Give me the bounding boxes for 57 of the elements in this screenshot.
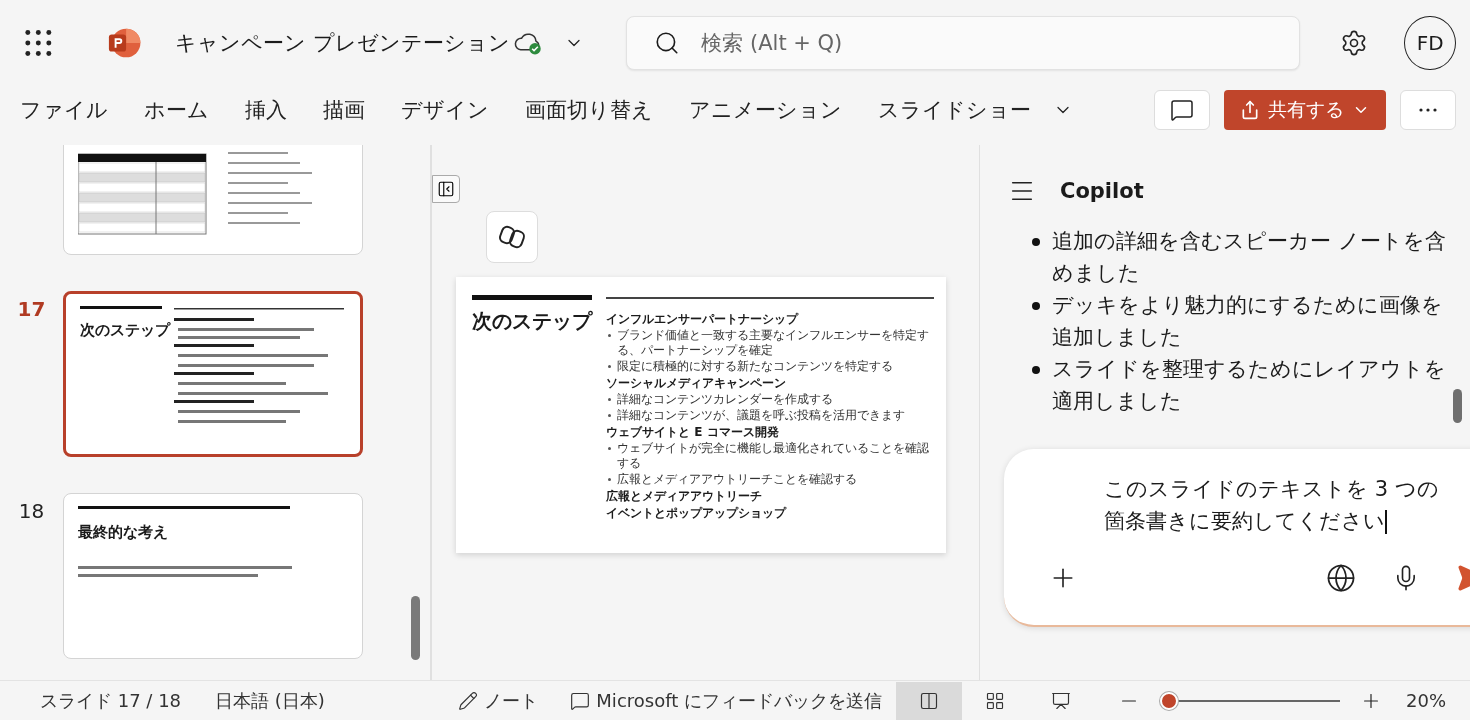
language-label[interactable]: 日本語 (日本): [215, 688, 325, 713]
pencil-icon: [458, 690, 479, 711]
bullet-text: 限定に積極的に対する新たなコンテンツを特定する: [606, 358, 934, 374]
collapse-pane-button[interactable]: [432, 175, 460, 203]
ribbon-tab[interactable]: ホーム: [126, 96, 227, 124]
bullet-text: 広報とメディアアウトリーチことを確認する: [606, 471, 934, 487]
notes-button[interactable]: ノート: [452, 687, 545, 714]
ribbon-tab[interactable]: アニメーション: [671, 96, 860, 124]
collapse-icon: [437, 180, 455, 198]
ribbon-tab[interactable]: 画面切り替え: [507, 96, 671, 124]
response-bullet: スライドを整理するためにレイアウトを適用しました: [1030, 353, 1450, 417]
slide-thumbnail[interactable]: 最終的な考え: [63, 493, 363, 659]
speech-bubble-icon: [1170, 98, 1194, 122]
section-heading: インフルエンサーパートナーシップ: [606, 310, 800, 327]
chat-input-field[interactable]: このスライドのテキストを 3 つの箇条書きに要約してください: [1004, 449, 1470, 627]
slide-counter: スライド 17 / 18: [40, 688, 182, 713]
slide-number: 17: [16, 296, 47, 321]
response-bullet: 追加の詳細を含むスピーカー ノートを含めました: [1030, 225, 1450, 289]
pane-title: Copilot: [1060, 179, 1144, 203]
thumbnail-title: 最終的な考え: [78, 522, 169, 543]
section-heading: ウェブサイトと E コマース開発: [606, 423, 780, 440]
normal-view-icon: [919, 690, 939, 711]
document-title[interactable]: キャンペーン プレゼンテーション: [175, 28, 510, 57]
ribbon-tab[interactable]: 挿入: [227, 96, 305, 124]
view-button[interactable]: [896, 681, 962, 720]
comments-button[interactable]: [1154, 90, 1210, 130]
app-launcher-icon[interactable]: [24, 27, 53, 58]
more-icon: [1419, 108, 1437, 112]
section-heading: 広報とメディアアウトリーチ: [606, 487, 763, 504]
bullet-text: ウェブサイトが完全に機能し最適化されていることを確認する: [606, 440, 934, 471]
ribbon-tab[interactable]: 描画: [305, 96, 383, 124]
speech-bubble-icon: [570, 690, 591, 711]
search-field[interactable]: 検索 (Alt + Q): [626, 15, 1301, 70]
copilot-button[interactable]: [486, 211, 538, 263]
presenter-view-icon: [1051, 690, 1071, 711]
bullet-text: 詳細なコンテンツカレンダーを作成する: [606, 391, 934, 407]
thumbnail-title: 次のステップ: [80, 320, 170, 341]
copilot-icon: [498, 223, 526, 251]
prompt-text: このスライドのテキストを 3 つの箇条書きに要約してください: [1104, 476, 1440, 536]
share-icon: [1240, 100, 1260, 120]
slide-thumbnail[interactable]: 次のステップ: [63, 291, 363, 457]
ribbon-tab[interactable]: デザイン: [383, 96, 507, 124]
ribbon-tab[interactable]: スライドショー: [860, 96, 1049, 124]
section-heading: イベントとポップアップショップ: [606, 504, 788, 521]
slide-title: 次のステップ: [472, 308, 592, 335]
scrollbar[interactable]: [411, 596, 420, 660]
ribbon-tab[interactable]: ファイル: [20, 96, 126, 124]
sorter-view-icon: [985, 690, 1005, 711]
bullet-text: ブランド価値と一致する主要なインフルエンサーを特定する、パートナーシップを確定: [606, 327, 934, 358]
scrollbar[interactable]: [1453, 389, 1462, 423]
section-heading: ソーシャルメディアキャンペーン: [606, 374, 787, 391]
share-button[interactable]: 共有する: [1224, 90, 1386, 130]
response-bullet: デッキをより魅力的にするために画像を追加しました: [1030, 289, 1450, 353]
bullet-text: 詳細なコンテンツが、議題を呼ぶ投稿を活用できます: [606, 407, 934, 423]
feedback-button[interactable]: Microsoft にフィードバックを送信: [564, 687, 888, 714]
zoom-level[interactable]: 20%: [1406, 690, 1446, 711]
slide-number: 18: [17, 498, 46, 523]
